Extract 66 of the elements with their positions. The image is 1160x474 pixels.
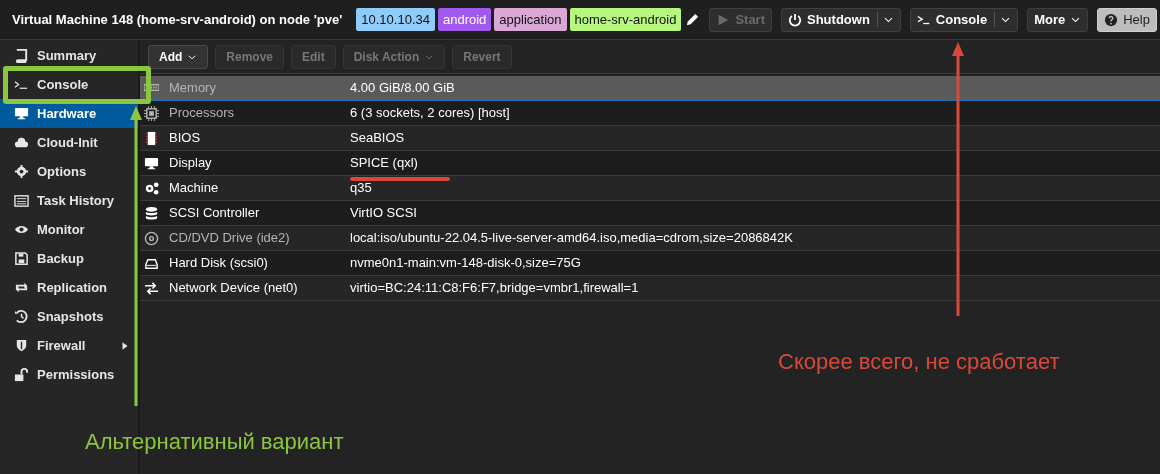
- tag: android: [437, 7, 492, 32]
- floppy-icon: [14, 251, 29, 266]
- table-cell-text: Memory: [169, 78, 216, 97]
- tag: home-srv-android: [569, 7, 682, 32]
- sidebar-item[interactable]: Cloud-Init: [0, 128, 138, 157]
- arrows-icon: [14, 280, 29, 295]
- help-icon: [1104, 12, 1119, 27]
- table-cell-text: Display: [169, 154, 212, 173]
- expand-arrow-icon: [120, 340, 130, 351]
- table-cell-text: VirtIO SCSI: [349, 204, 417, 223]
- table-cell-text: nvme0n1-main:vm-148-disk-0,size=75G: [349, 254, 581, 273]
- table-row[interactable]: Processors 6 (3 sockets, 2 cores) [host]: [140, 101, 1160, 126]
- shield-icon: [14, 338, 29, 353]
- window-title: Virtual Machine 148 (home-srv-android) on node 'pve': [12, 10, 343, 29]
- table-cell-text: SCSI Controller: [169, 204, 260, 223]
- sidebar-item[interactable]: Permissions: [0, 360, 138, 389]
- chip-icon: [144, 105, 159, 121]
- arrows-icon: [144, 280, 159, 296]
- table-row[interactable]: Display SPICE (qxl): [140, 151, 1160, 176]
- sidebar-item[interactable]: Task History: [0, 186, 138, 215]
- sidebar-item[interactable]: Firewall: [0, 331, 138, 360]
- table-cell-text: SPICE (qxl): [349, 154, 418, 173]
- table-cell-text: virtio=BC:24:11:C8:F6:F7,bridge=vmbr1,firewall=1: [349, 279, 639, 298]
- sidebar-item[interactable]: Backup: [0, 244, 138, 273]
- sidebar-item[interactable]: Monitor: [0, 215, 138, 244]
- table-cell-text: Processors: [169, 104, 235, 123]
- table-row[interactable]: Hard Disk (scsi0) nvme0n1-main:vm-148-disk-0,size=75G: [140, 251, 1160, 276]
- sidebar-item[interactable]: Console: [0, 70, 138, 99]
- tag: application: [494, 7, 567, 32]
- table-cell-text: 6 (3 sockets, 2 cores) [host]: [349, 104, 510, 123]
- chip-icon: [144, 130, 159, 146]
- table-cell-text: CD/DVD Drive (ide2): [169, 229, 290, 248]
- sidebar-item[interactable]: Snapshots: [0, 302, 138, 331]
- table-cell-text: Hard Disk (scsi0): [169, 254, 268, 273]
- table-row[interactable]: Memory 4.00 GiB/8.00 GiB: [140, 76, 1160, 101]
- cloud-icon: [14, 135, 29, 150]
- gears-icon: [144, 180, 159, 196]
- power-icon: [788, 12, 802, 27]
- sidebar-item[interactable]: Replication: [0, 273, 138, 302]
- pencil-icon: [685, 12, 701, 27]
- table-row[interactable]: SCSI Controller VirtIO SCSI: [140, 201, 1160, 226]
- database-icon: [144, 205, 159, 221]
- monitor-icon: [14, 106, 29, 121]
- more-button[interactable]: More: [1027, 7, 1089, 32]
- toolbar-button[interactable]: Add: [148, 44, 209, 69]
- table-cell-text: q35: [349, 179, 372, 198]
- tag: 10.10.10.34: [356, 7, 435, 32]
- table-cell-text: BIOS: [169, 129, 201, 148]
- table-cell-text: Network Device (net0): [169, 279, 298, 298]
- disc-icon: [144, 230, 159, 246]
- shutdown-button[interactable]: Shutdown: [781, 7, 901, 32]
- unlock-icon: [14, 367, 29, 382]
- annotation-text: Альтернативный вариант: [85, 428, 344, 456]
- table-cell-text: Machine: [169, 179, 219, 198]
- table-cell-text: SeaBIOS: [349, 129, 405, 148]
- sidebar-item[interactable]: Options: [0, 157, 138, 186]
- table-cell-text: 4.00 GiB/8.00 GiB: [349, 78, 455, 97]
- sidebar-item[interactable]: Summary: [0, 41, 138, 70]
- console-button[interactable]: Console: [909, 7, 1019, 32]
- help-button[interactable]: Help: [1097, 7, 1157, 32]
- gear-icon: [14, 164, 29, 179]
- monitor-icon: [144, 155, 159, 171]
- annotation-text: Скорее всего, не сработает: [778, 348, 1060, 376]
- list-icon: [14, 193, 29, 208]
- table-cell-text: local:iso/ubuntu-22.04.5-live-server-amd64.iso,media=cdrom,size=2086842K: [349, 229, 793, 248]
- history-icon: [14, 309, 29, 324]
